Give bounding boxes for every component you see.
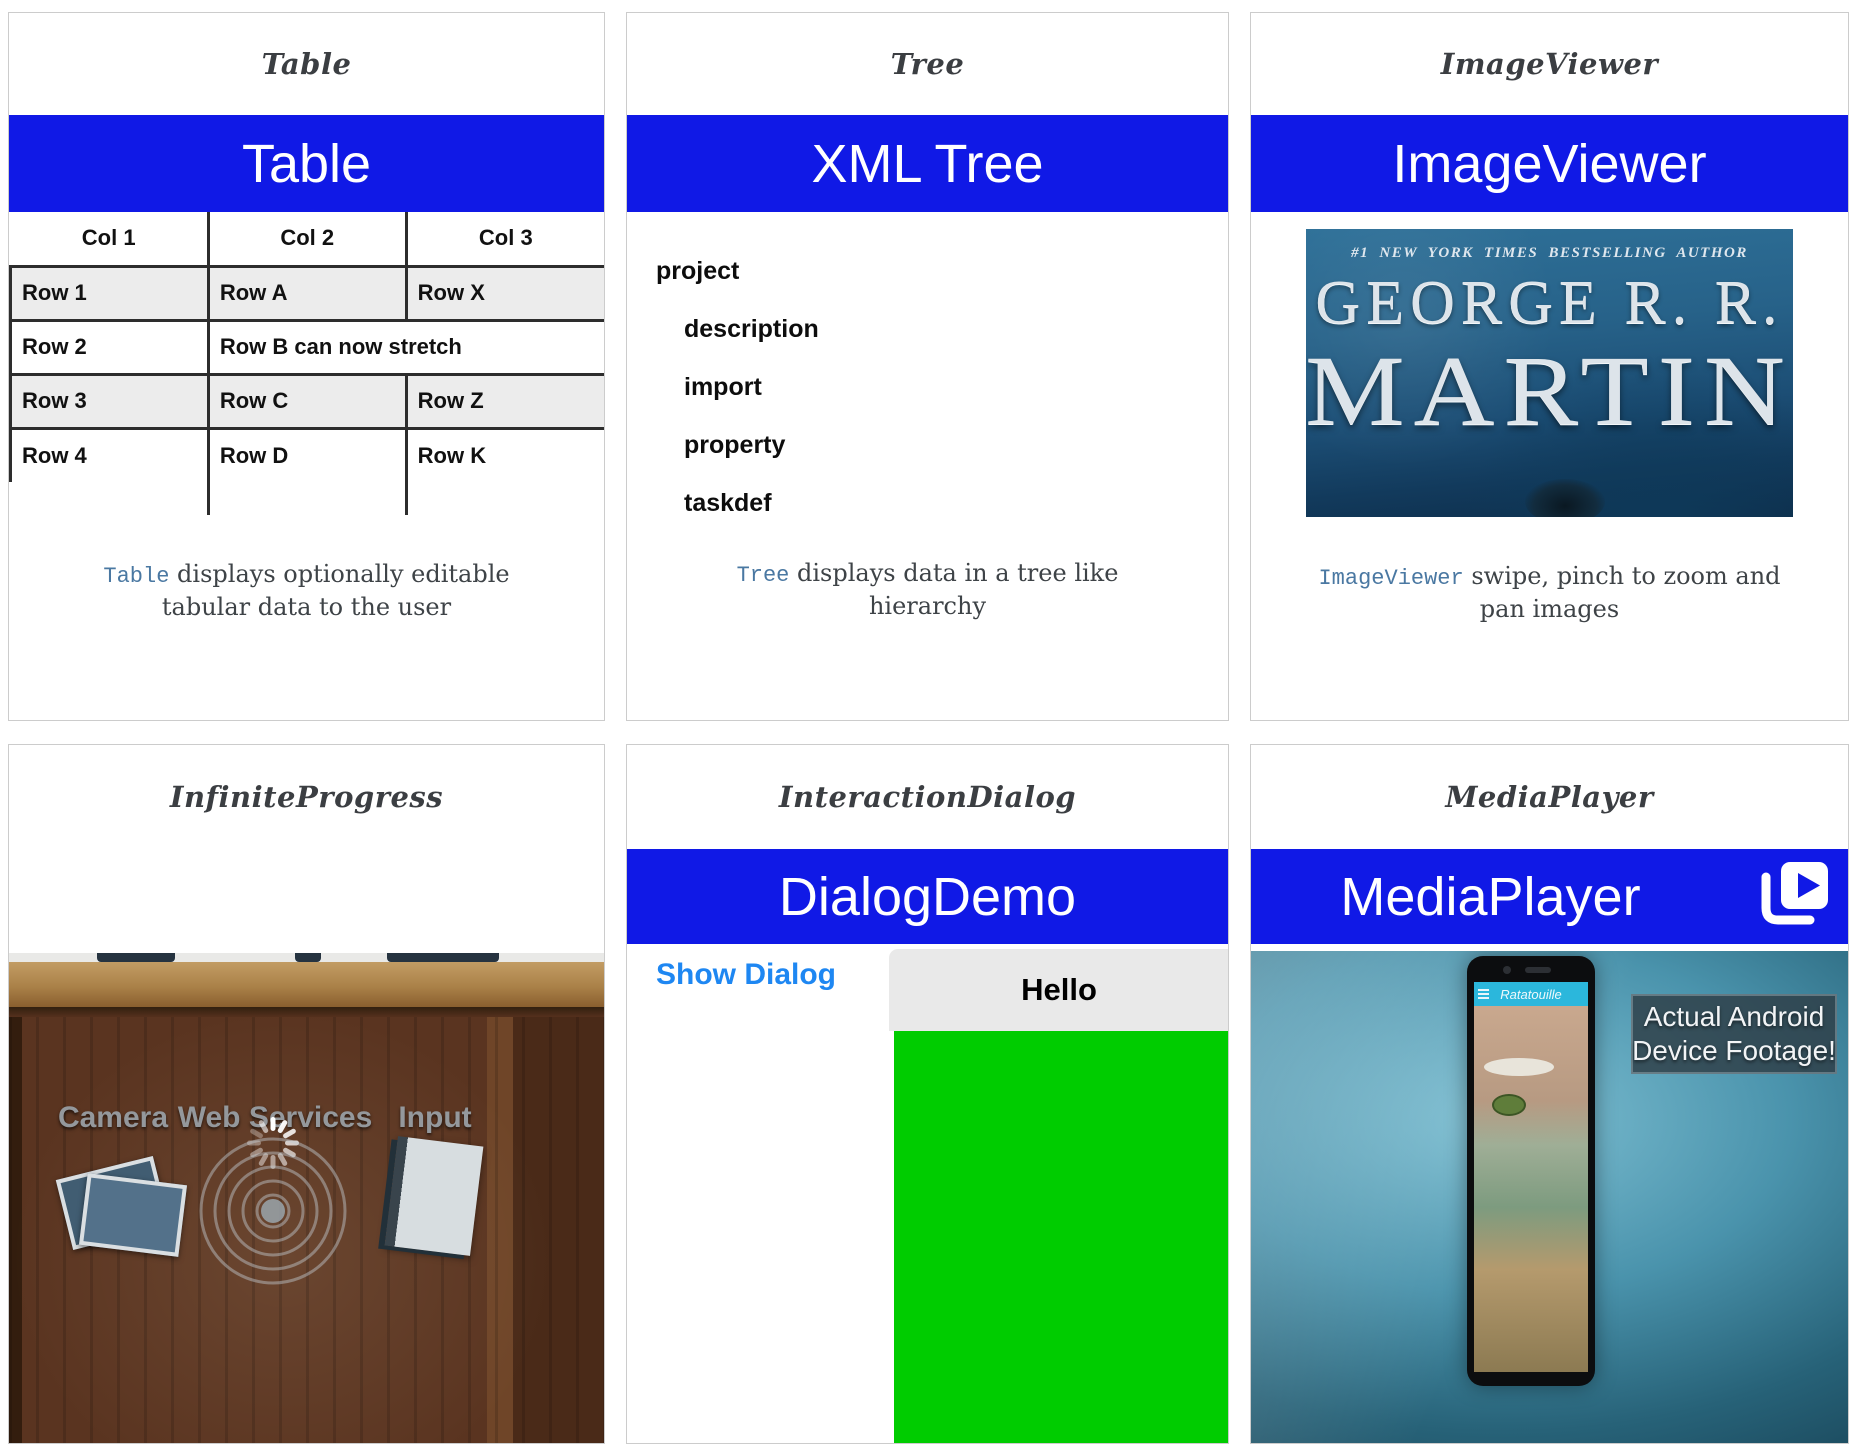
video-player[interactable]: Ratatouille Actual Android Device Footag…	[1251, 951, 1848, 1444]
tree-demo-titlebar-label: XML Tree	[811, 133, 1043, 195]
book-cover-image[interactable]: #1 NEW YORK TIMES BESTSELLING AUTHOR GEO…	[1306, 229, 1793, 517]
dialog-title: Hello	[889, 949, 1229, 1031]
video-collection-icon	[1754, 860, 1830, 932]
table-caption: Table displays optionally editable tabul…	[57, 559, 557, 622]
label-camera: Camera	[58, 1101, 168, 1135]
shelf-object	[387, 953, 499, 962]
book-tagline: #1 NEW YORK TIMES BESTSELLING AUTHOR	[1306, 245, 1793, 262]
table-demo-titlebar-label: Table	[242, 133, 371, 195]
table-row: Row 2 Row B can now stretch	[11, 320, 605, 374]
table-cell[interactable]: Row Z	[406, 374, 604, 428]
table-grid-extension	[11, 482, 605, 515]
table-cell[interactable]: Row 3	[11, 374, 209, 428]
table-demo-titlebar: Table	[9, 115, 604, 212]
imageviewer-caption-code: ImageViewer	[1318, 566, 1463, 591]
tree-node-property[interactable]: property	[627, 416, 1228, 474]
card-imageviewer: ImageViewer ImageViewer #1 NEW YORK TIME…	[1250, 12, 1849, 721]
phone-screen: Ratatouille	[1474, 982, 1588, 1372]
table-row: Row 4 Row D Row K	[11, 428, 605, 482]
dialogdemo-titlebar-label: DialogDemo	[779, 866, 1076, 928]
table-cell[interactable]: Row C	[208, 374, 406, 428]
infiniteprogress-screenshot: Camera Web Services Input	[9, 953, 604, 1444]
card-interactiondialog: InteractionDialog DialogDemo Show Dialog…	[626, 744, 1229, 1444]
table-caption-code: Table	[103, 564, 169, 589]
imageviewer-caption-text: swipe, pinch to zoom and pan images	[1464, 562, 1781, 623]
table-cell[interactable]: Row 2	[11, 320, 209, 374]
card-mediaplayer: MediaPlayer MediaPlayer Ratatouille	[1250, 744, 1849, 1444]
phone-appbar: Ratatouille	[1474, 982, 1588, 1006]
android-phone: Ratatouille	[1467, 956, 1595, 1386]
imageviewer-caption: ImageViewer swipe, pinch to zoom and pan…	[1315, 561, 1785, 624]
video-caption-line1: Actual Android	[1644, 1000, 1825, 1034]
card-table-heading: Table	[9, 13, 604, 115]
table-cell[interactable]: Row 4	[11, 428, 209, 482]
shelf-shadow	[9, 1007, 604, 1017]
tree-caption-code: Tree	[737, 563, 790, 588]
table-cell[interactable]: Row X	[406, 266, 604, 320]
dialog-body	[894, 1031, 1229, 1444]
wooden-shelf	[9, 962, 604, 1007]
card-table: Table Table Col 1 Col 2 Col 3 Row 1 Row …	[8, 12, 605, 721]
imageviewer-demo-titlebar: ImageViewer	[1251, 115, 1848, 212]
card-infiniteprogress-heading: InfiniteProgress	[9, 745, 604, 849]
tree-node-project[interactable]: project	[627, 242, 1228, 300]
video-caption-line2: Device Footage!	[1632, 1034, 1836, 1068]
tree-node-description[interactable]: description	[627, 300, 1228, 358]
phone-speaker	[1525, 967, 1551, 973]
card-tree: Tree XML Tree project description import…	[626, 12, 1229, 721]
card-imageviewer-heading: ImageViewer	[1251, 13, 1848, 115]
video-caption-box: Actual Android Device Footage!	[1631, 994, 1837, 1074]
card-interactiondialog-heading: InteractionDialog	[627, 745, 1228, 849]
table-caption-text: displays optionally editable tabular dat…	[162, 560, 510, 621]
table-header-row: Col 1 Col 2 Col 3	[11, 212, 605, 266]
table-cell[interactable]: Row 1	[11, 266, 209, 320]
book-author-line1: GEORGE R. R.	[1306, 268, 1793, 338]
knight-figure	[1525, 479, 1605, 517]
book-author-line2: MARTIN	[1306, 338, 1793, 443]
card-tree-heading: Tree	[627, 13, 1228, 115]
imageviewer-demo-titlebar-label: ImageViewer	[1392, 133, 1706, 195]
tree-caption: Tree displays data in a tree like hierar…	[678, 558, 1178, 621]
shelf-object	[97, 953, 175, 962]
phone-camera-dot	[1503, 966, 1511, 974]
demo-table: Col 1 Col 2 Col 3 Row 1 Row A Row X Row …	[9, 212, 604, 515]
food-photo	[1474, 1006, 1588, 1372]
photo-stack-icon	[57, 1149, 187, 1259]
dialogdemo-titlebar: DialogDemo	[627, 849, 1228, 944]
card-infiniteprogress: InfiniteProgress Camera Web Services Inp…	[8, 744, 605, 1444]
table-cell-spanning[interactable]: Row B can now stretch	[208, 320, 604, 374]
label-input: Input	[398, 1101, 471, 1135]
interaction-dialog: Hello	[889, 949, 1229, 1444]
table-cell[interactable]: Row A	[208, 266, 406, 320]
table-col-header: Col 2	[208, 212, 406, 266]
tree-node-taskdef[interactable]: taskdef	[627, 474, 1228, 532]
tree-demo-titlebar: XML Tree	[627, 115, 1228, 212]
xml-tree: project description import property task…	[627, 242, 1228, 532]
table-col-header: Col 1	[11, 212, 209, 266]
shelf-backdrop	[9, 953, 604, 962]
table-row: Row 1 Row A Row X	[11, 266, 605, 320]
table-row: Row 3 Row C Row Z	[11, 374, 605, 428]
tree-caption-text: displays data in a tree like hierarchy	[789, 559, 1118, 620]
card-mediaplayer-heading: MediaPlayer	[1251, 745, 1848, 849]
shelf-object	[295, 953, 321, 962]
table-cell[interactable]: Row D	[208, 428, 406, 482]
table-col-header: Col 3	[406, 212, 604, 266]
table-cell[interactable]: Row K	[406, 428, 604, 482]
mediaplayer-titlebar-label: MediaPlayer	[1340, 866, 1758, 928]
mediaplayer-titlebar: MediaPlayer	[1251, 849, 1848, 944]
show-dialog-button[interactable]: Show Dialog	[656, 958, 836, 992]
sonar-rings-icon	[183, 1129, 363, 1299]
phone-app-title: Ratatouille	[1500, 987, 1561, 1002]
tree-node-import[interactable]: import	[627, 358, 1228, 416]
menu-icon	[1478, 989, 1489, 999]
notebook-icon	[385, 1136, 484, 1256]
